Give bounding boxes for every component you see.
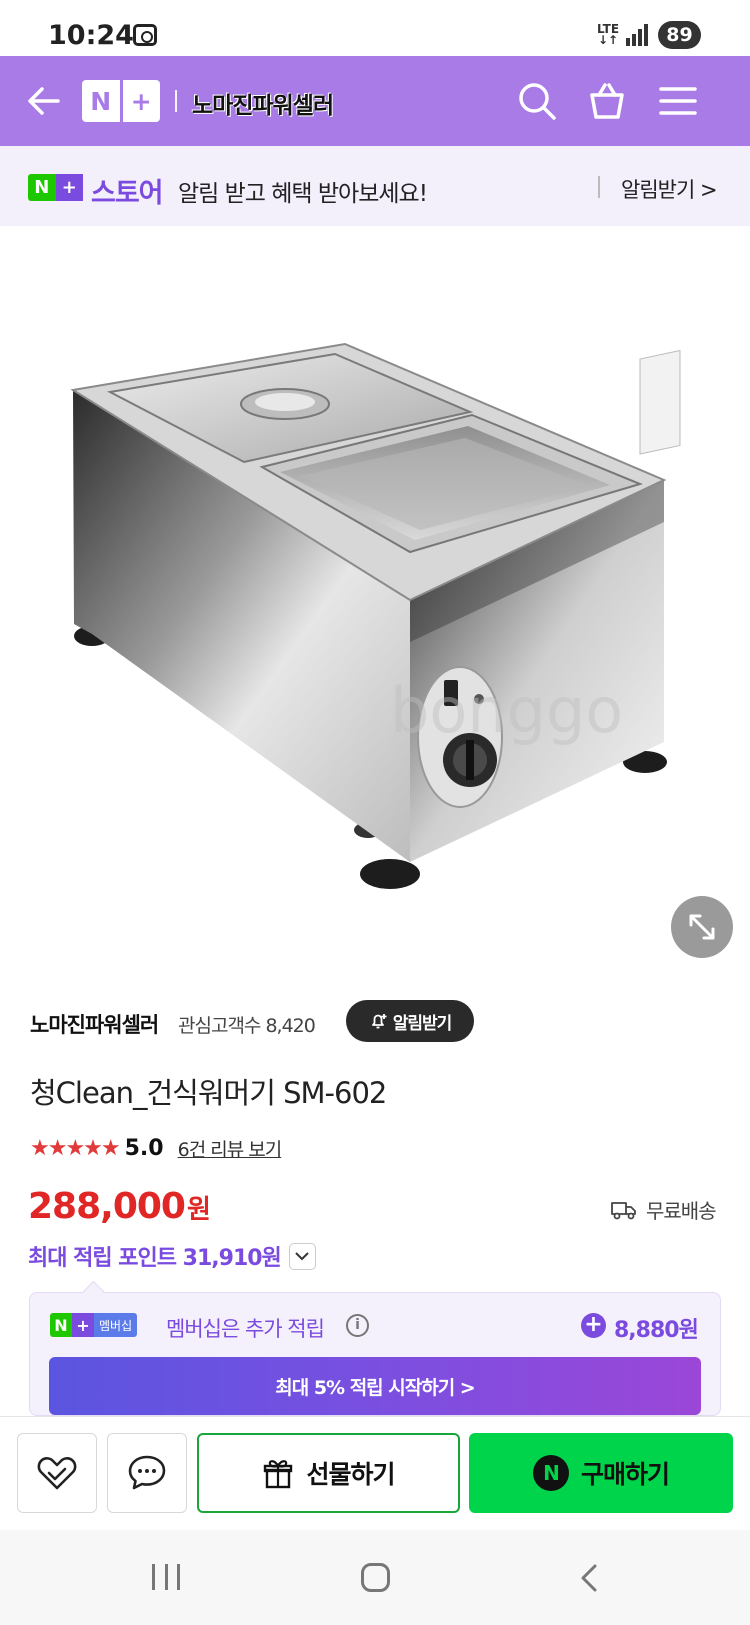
- membership-text: 멤버십은 추가 적립: [166, 1317, 325, 1341]
- expand-icon: [689, 914, 715, 940]
- reviews-link[interactable]: 6건 리뷰 보기: [178, 1135, 283, 1162]
- membership-badge-text: 멤버십: [94, 1313, 138, 1337]
- star-rating-icon: ★★★★★: [30, 1135, 121, 1161]
- image-watermark: bonggo: [390, 674, 623, 747]
- naver-plus-badge: N +: [28, 174, 83, 201]
- network-label: LTE: [597, 22, 620, 36]
- shopping-bag-icon[interactable]: [584, 78, 630, 124]
- chat-button[interactable]: [107, 1433, 187, 1513]
- status-bar: 10:24 LTE ↓↑ 89: [0, 0, 750, 56]
- badge-plus: +: [55, 174, 83, 201]
- product-image[interactable]: bonggo: [0, 262, 750, 922]
- seller-name[interactable]: 노마진파워셀러: [30, 1009, 159, 1039]
- chat-bubble-icon: [128, 1455, 166, 1490]
- search-icon[interactable]: [514, 78, 560, 124]
- header-divider: [175, 90, 177, 112]
- rating-row: ★★★★★ 5.0 6건 리뷰 보기: [30, 1132, 283, 1164]
- shipping-label: 무료배송: [646, 1199, 717, 1223]
- follower-count: 관심고객수 8,420: [178, 1015, 316, 1037]
- bell-plus-icon: [371, 1014, 387, 1029]
- store-label: 스토어: [91, 178, 164, 209]
- battery-indicator: 89: [658, 21, 701, 49]
- menu-icon[interactable]: [655, 78, 701, 124]
- back-arrow-icon[interactable]: [24, 81, 64, 121]
- membership-box: N + 멤버십 멤버십은 추가 적립 i + 8,880원 최대 5% 적립 시…: [29, 1292, 721, 1416]
- store-header: N + 노마진파워셀러: [0, 56, 750, 146]
- header-seller-name[interactable]: 노마진파워셀러: [192, 86, 334, 120]
- banner-message: 알림 받고 혜택 받아보세요!: [178, 181, 428, 207]
- rating-score: 5.0: [124, 1135, 164, 1161]
- seller-row: 노마진파워셀러 관심고객수 8,420 알림받기: [30, 1000, 720, 1046]
- seller-notify-label: 알림받기: [392, 1013, 453, 1034]
- chevron-down-icon[interactable]: [288, 1242, 316, 1270]
- price: 288,000원: [28, 1186, 211, 1227]
- screenshot-icon: [133, 24, 157, 46]
- naver-plus-logo[interactable]: N +: [82, 80, 160, 122]
- expand-image-button[interactable]: [671, 896, 733, 958]
- logo-n: N: [90, 86, 112, 116]
- banner-notify-link[interactable]: 알림받기 >: [621, 174, 718, 204]
- home-icon[interactable]: [361, 1563, 390, 1592]
- max-points-row[interactable]: 최대 적립 포인트 31,910원: [28, 1240, 316, 1272]
- gift-label: 선물하기: [306, 1460, 395, 1489]
- banner-divider: [598, 176, 600, 198]
- truck-icon: [611, 1201, 636, 1219]
- signal-icon: [626, 24, 650, 46]
- membership-start-button[interactable]: 최대 5% 적립 시작하기 >: [49, 1357, 701, 1415]
- store-notification-banner: N + 스토어 알림 받고 혜택 받아보세요! 알림받기 >: [0, 146, 750, 226]
- membership-badge-plus: +: [72, 1313, 94, 1337]
- membership-amount: 8,880원: [614, 1318, 699, 1343]
- shipping-info: 무료배송: [610, 1195, 717, 1224]
- max-points-label: 최대 적립 포인트 31,910원: [28, 1246, 282, 1271]
- recent-apps-icon[interactable]: [152, 1564, 180, 1590]
- membership-badge: N + 멤버십: [50, 1313, 138, 1337]
- status-time: 10:24: [48, 20, 134, 51]
- info-icon[interactable]: i: [346, 1314, 369, 1337]
- buy-label: 구매하기: [580, 1460, 670, 1489]
- back-nav-icon[interactable]: [574, 1562, 606, 1594]
- gift-icon: [264, 1460, 293, 1489]
- buy-button[interactable]: N 구매하기: [469, 1433, 733, 1513]
- logo-plus: +: [119, 80, 161, 122]
- product-title: 청Clean_건식워머기 SM-602: [30, 1076, 387, 1110]
- price-currency: 원: [186, 1195, 211, 1225]
- membership-badge-n: N: [50, 1313, 72, 1337]
- heart-check-icon: [37, 1457, 77, 1490]
- price-value: 288,000: [28, 1186, 186, 1227]
- bottom-action-bar: 선물하기 N 구매하기: [0, 1416, 750, 1530]
- naverpay-n-icon: N: [532, 1455, 569, 1491]
- gift-button[interactable]: 선물하기: [197, 1433, 460, 1513]
- lte-indicator: LTE ↓↑: [597, 22, 620, 47]
- badge-n: N: [34, 177, 50, 198]
- wishlist-button[interactable]: [17, 1433, 97, 1513]
- seller-notify-button[interactable]: 알림받기: [346, 1000, 474, 1042]
- plus-circle-icon: +: [581, 1313, 606, 1338]
- system-nav-bar: [0, 1530, 750, 1625]
